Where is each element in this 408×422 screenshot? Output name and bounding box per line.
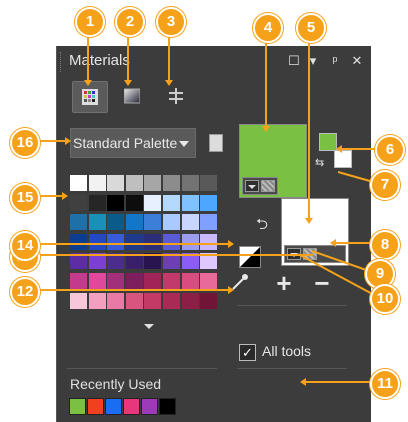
callout-15: 15	[10, 183, 40, 213]
callout-10: 10	[370, 284, 400, 314]
callout-4: 4	[253, 13, 283, 43]
callout-12: 12	[10, 277, 40, 307]
callout-8: 8	[370, 230, 400, 260]
callout-7: 7	[370, 170, 400, 200]
callout-11: 11	[370, 369, 400, 399]
callout-1: 1	[75, 7, 105, 37]
callout-16: 16	[10, 128, 40, 158]
callout-6: 6	[375, 135, 405, 165]
callout-5: 5	[296, 13, 326, 43]
callout-2: 2	[115, 7, 145, 37]
callout-14: 14	[10, 231, 40, 261]
callout-3: 3	[156, 7, 186, 37]
callout-leaders	[36, 34, 382, 386]
